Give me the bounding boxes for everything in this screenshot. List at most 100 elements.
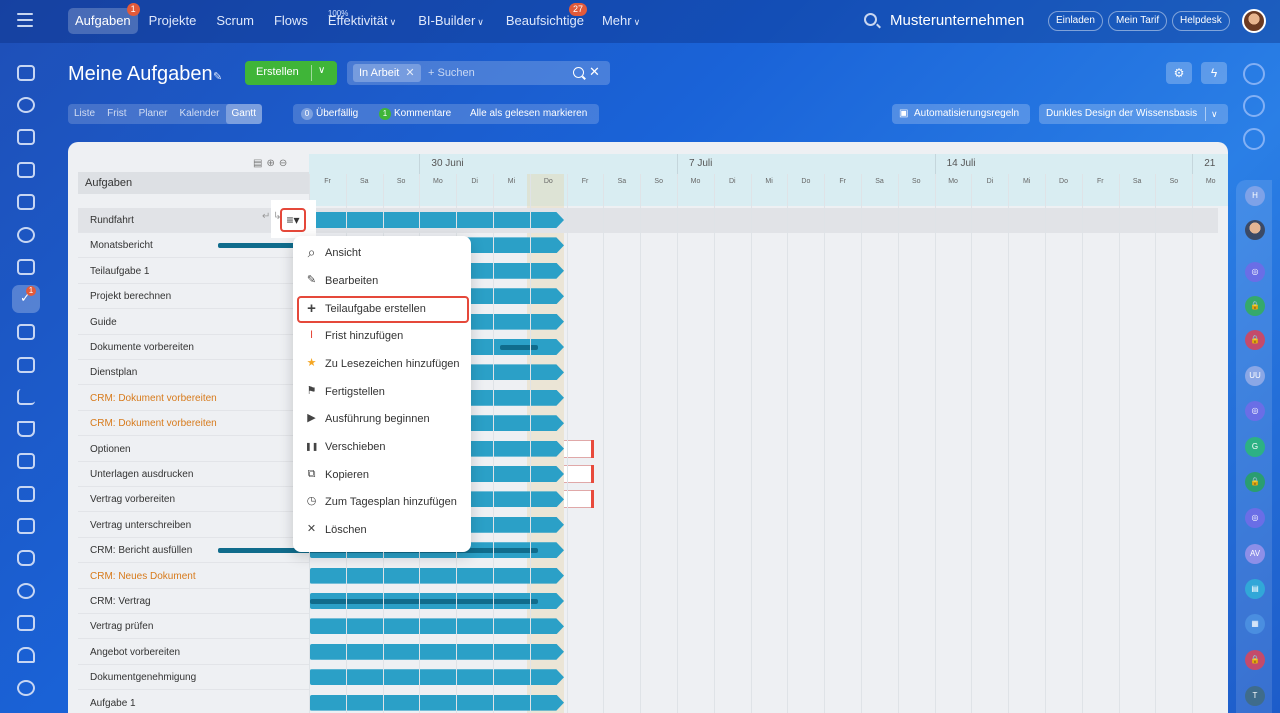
task-bar[interactable] [310, 694, 564, 711]
task-name[interactable]: Projekt berechnen [90, 291, 171, 302]
lock-icon[interactable]: 🔒 [1245, 472, 1265, 492]
sign-icon[interactable] [17, 615, 35, 631]
cart-icon[interactable] [17, 421, 35, 437]
task-column-header[interactable]: Aufgaben [85, 177, 132, 189]
contact-avatar[interactable]: ◎ [1245, 262, 1265, 282]
chat-icon[interactable] [17, 162, 35, 178]
deadline-marker[interactable] [591, 490, 594, 509]
lock-icon[interactable]: 🔒 [1245, 650, 1265, 670]
view-tab[interactable]: Frist [101, 104, 132, 124]
overdue-counter[interactable]: 0 Überfällig [301, 108, 358, 120]
task-name[interactable]: Vertrag prüfen [90, 621, 153, 632]
close-icon[interactable]: ✕ [405, 67, 414, 79]
nav-item[interactable]: BI-Builder ∨ [411, 8, 491, 34]
drive-icon[interactable] [17, 324, 35, 340]
menu-item[interactable]: ◷ Zum Tagesplan hinzufügen [293, 489, 471, 516]
contact-avatar[interactable]: ▦ [1245, 614, 1265, 634]
task-name[interactable]: CRM: Bericht ausfüllen [90, 545, 192, 556]
invite-button[interactable]: Einladen [1048, 11, 1103, 31]
menu-item[interactable]: ★ Zu Lesezeichen hinzufügen [293, 351, 471, 378]
view-tab[interactable]: Gantt [225, 104, 262, 124]
task-name[interactable]: Teilaufgabe 1 [90, 266, 150, 277]
table-row[interactable]: CRM: Dokument vorbereiten [78, 386, 309, 411]
table-row[interactable]: Unterlagen ausdrucken [78, 462, 309, 487]
contact-avatar[interactable]: ◎ [1245, 508, 1265, 528]
contact-avatar[interactable]: ◎ [1245, 401, 1265, 421]
pin-icon[interactable]: ✎ [213, 70, 222, 83]
table-row[interactable]: Dienstplan [78, 360, 309, 386]
deadline-marker[interactable] [591, 439, 594, 458]
menu-item[interactable]: + Teilaufgabe erstellen [297, 296, 469, 324]
task-name[interactable]: CRM: Vertrag [90, 596, 151, 607]
theme-select[interactable]: Dunkles Design der Wissensbasis ∨ [1039, 104, 1228, 124]
menu-item[interactable]: ❚❚ Verschieben [293, 434, 471, 461]
task-name[interactable]: Monatsbericht [90, 240, 153, 251]
notebook-icon[interactable] [17, 129, 35, 145]
nav-item[interactable]: Aufgaben 1 [68, 3, 140, 34]
task-name[interactable]: Dokumentgenehmigung [90, 672, 196, 683]
zoom-out-icon[interactable]: ⊖ [279, 158, 291, 169]
search-input[interactable]: + Suchen [428, 67, 475, 79]
menu-item[interactable]: ⧉ Kopieren [293, 462, 471, 489]
task-bar[interactable] [310, 643, 564, 660]
task-name[interactable]: Angebot vorbereiten [90, 647, 180, 658]
search-icon[interactable] [573, 67, 584, 78]
menu-item[interactable]: ⌕ Ansicht [293, 240, 471, 267]
task-name[interactable]: Optionen [90, 444, 131, 455]
task-name[interactable]: CRM: Dokument vorbereiten [90, 393, 217, 404]
table-row[interactable]: Angebot vorbereiten [78, 640, 309, 665]
contact-card-icon[interactable] [17, 486, 35, 502]
search-filter[interactable]: In Arbeit ✕ + Suchen ✕ [347, 61, 610, 85]
task-bar[interactable] [310, 212, 564, 228]
deadline-marker[interactable] [591, 465, 594, 483]
table-row[interactable]: Aufgabe 1 [78, 691, 309, 713]
search-icon[interactable] [864, 13, 877, 26]
task-name[interactable]: Guide [90, 317, 117, 328]
table-row[interactable]: Teilaufgabe 1 [78, 259, 309, 284]
tariff-button[interactable]: Mein Tarif [1108, 11, 1168, 31]
task-name[interactable]: Dienstplan [90, 367, 137, 378]
task-name[interactable]: Vertrag unterschreiben [90, 520, 191, 531]
helpdesk-button[interactable]: Helpdesk [1172, 11, 1230, 31]
bell-icon[interactable] [1243, 63, 1265, 85]
filter-chip[interactable]: In Arbeit ✕ [353, 64, 421, 82]
task-name[interactable]: Aufgabe 1 [90, 698, 136, 709]
nav-item[interactable]: Scrum [209, 8, 261, 34]
table-row[interactable]: Projekt berechnen [78, 284, 309, 310]
mark-read-link[interactable]: Alle als gelesen markieren [470, 108, 587, 119]
menu-icon[interactable] [17, 13, 33, 27]
analytics-icon[interactable] [17, 389, 35, 405]
task-name[interactable]: CRM: Neues Dokument [90, 571, 196, 582]
users-icon[interactable] [17, 227, 35, 243]
table-row[interactable]: Vertrag vorbereiten [78, 487, 309, 513]
contact-avatar[interactable]: AV [1245, 544, 1265, 564]
enter-icon[interactable]: ↵ ↳ [262, 211, 282, 222]
table-row[interactable]: Vertrag unterschreiben [78, 513, 309, 538]
settings-icon[interactable] [17, 680, 35, 696]
task-bar[interactable] [310, 618, 564, 635]
user-avatar[interactable] [1242, 9, 1266, 33]
task-name[interactable]: Dokumente vorbereiten [90, 342, 194, 353]
task-name[interactable]: Rundfahrt [90, 215, 134, 226]
table-row[interactable]: Optionen [78, 437, 309, 462]
nav-item[interactable]: Beaufsichtige 27 [499, 3, 591, 34]
table-row[interactable]: Dokumente vorbereiten [78, 335, 309, 360]
lock-icon[interactable]: 🔒 [1245, 296, 1265, 316]
robot-icon[interactable] [17, 550, 35, 566]
task-name[interactable]: CRM: Dokument vorbereiten [90, 418, 217, 429]
table-row[interactable]: Dokumentgenehmigung [78, 665, 309, 691]
menu-item[interactable]: ✕ Löschen [293, 517, 471, 544]
view-tab[interactable]: Planer [133, 104, 174, 124]
table-row[interactable]: Vertrag prüfen [78, 614, 309, 640]
schedule-icon[interactable] [17, 518, 35, 534]
calendar-icon[interactable] [17, 194, 35, 210]
close-icon[interactable]: ✕ [589, 64, 600, 80]
task-name[interactable]: Unterlagen ausdrucken [90, 469, 193, 480]
document-icon[interactable] [17, 259, 35, 275]
view-tab[interactable]: Kalender [173, 104, 225, 124]
target-icon[interactable] [17, 583, 35, 599]
chevron-down-icon[interactable]: ∨ [1211, 104, 1218, 124]
comments-counter[interactable]: 1 Kommentare [379, 108, 451, 120]
menu-item[interactable]: ⚑ Fertigstellen [293, 379, 471, 406]
table-row[interactable]: CRM: Vertrag [78, 589, 309, 614]
